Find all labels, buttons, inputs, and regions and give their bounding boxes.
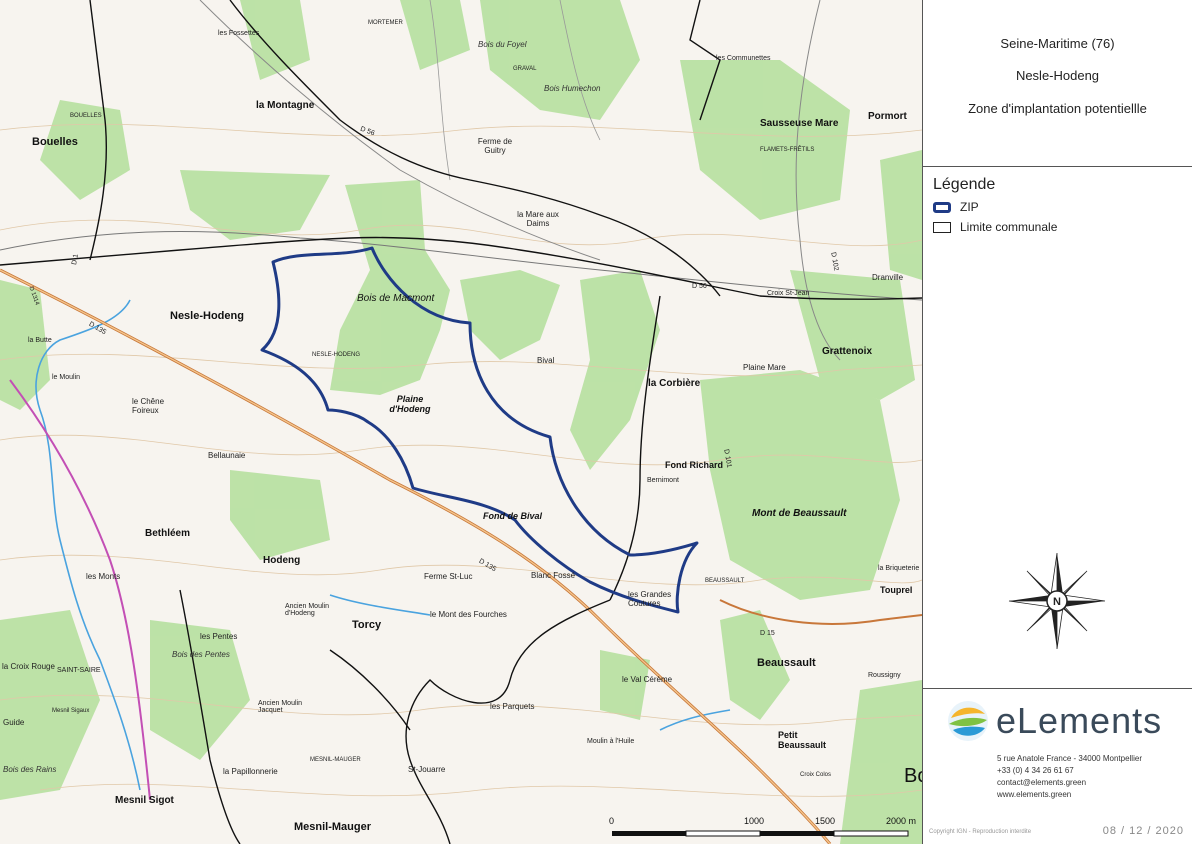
title-block: Seine-Maritime (76) Nesle-Hodeng Zone d'… [923, 0, 1192, 167]
legend-item-commune: Limite communale [933, 219, 1057, 235]
map-date: 08 / 12 / 2020 [1102, 825, 1184, 837]
brand-block: eLements 5 rue Anatole France - 34000 Mo… [923, 688, 1192, 844]
topographic-map [0, 0, 922, 844]
map-frame: Bouelles Nesle-Hodeng la Montagne Bethlé… [0, 0, 1192, 844]
brand-name: eLements [996, 700, 1163, 741]
copyright-text: Copyright IGN - Reproduction interdite [929, 829, 1032, 835]
legend-block: Légende ZIP Limite communale N [923, 166, 1192, 689]
brand-website[interactable]: www.elements.green [997, 790, 1071, 799]
legend-label: Limite communale [960, 220, 1058, 234]
compass-north-label: N [1053, 596, 1061, 608]
commune-swatch [933, 221, 951, 233]
commune-title: Nesle-Hodeng [1015, 68, 1100, 83]
department-title: Seine-Maritime (76) [1000, 36, 1115, 51]
scale-bar [612, 830, 909, 837]
zone-title: Zone d'implantation potentiellle [968, 101, 1147, 116]
brand-email[interactable]: contact@elements.green [997, 778, 1086, 787]
legend-item-zip: ZIP [933, 199, 979, 215]
legend-title: Légende [933, 176, 996, 193]
compass-rose-icon: N [1008, 552, 1106, 650]
brand-phone: +33 (0) 4 34 26 61 67 [997, 766, 1074, 775]
forest-areas [0, 0, 922, 844]
legend-label: ZIP [960, 200, 979, 214]
map-area[interactable]: Bouelles Nesle-Hodeng la Montagne Bethlé… [0, 0, 922, 844]
zip-swatch [933, 201, 951, 213]
legend-panel: Seine-Maritime (76) Nesle-Hodeng Zone d'… [922, 0, 1192, 844]
brand-address: 5 rue Anatole France - 34000 Montpellier [997, 754, 1142, 763]
elements-logo-icon [948, 701, 988, 741]
